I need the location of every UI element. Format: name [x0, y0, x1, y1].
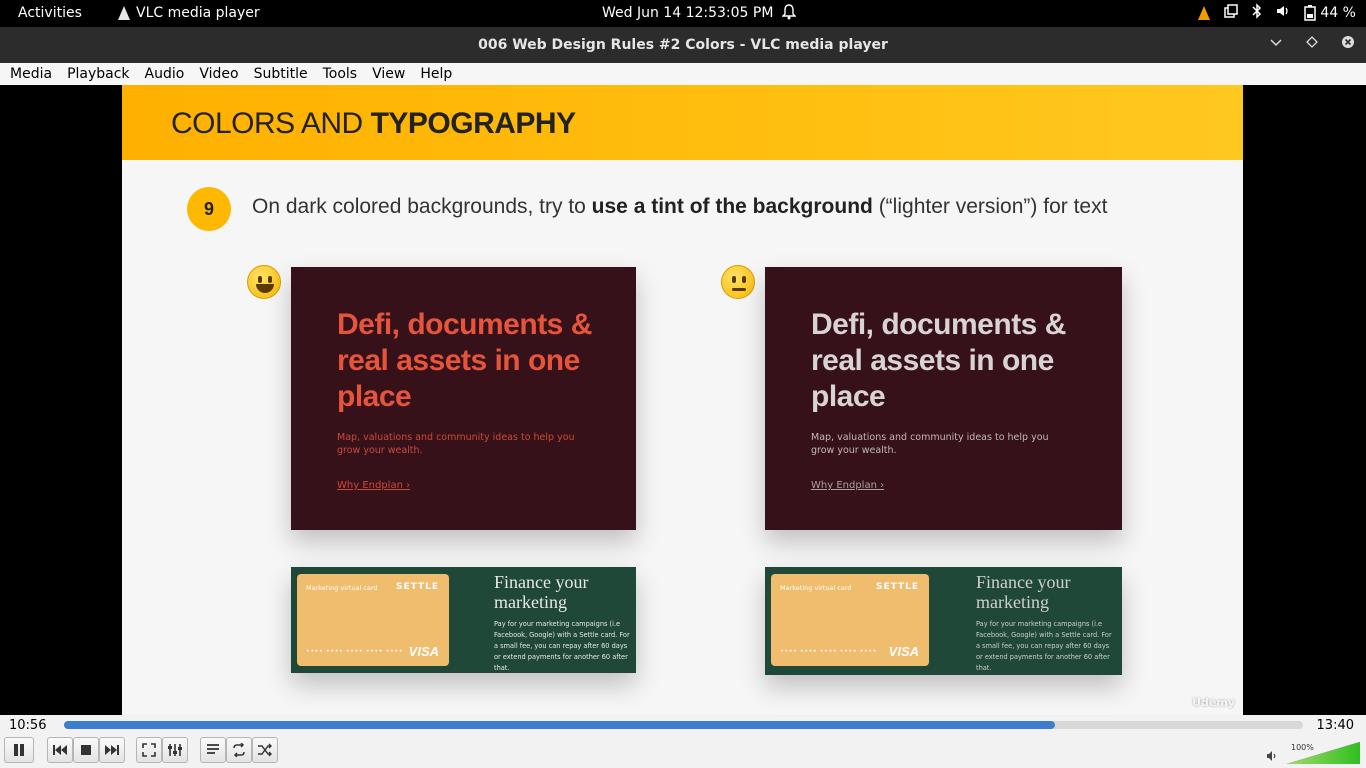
- total-time[interactable]: 13:40: [1317, 718, 1354, 733]
- bad-example-subtitle: Map, valuations and community ideas to h…: [811, 432, 1049, 456]
- activities-button[interactable]: Activities: [18, 5, 82, 21]
- menu-video[interactable]: Video: [194, 66, 243, 82]
- slide-title: COLORS AND TYPOGRAPHY: [171, 107, 576, 140]
- playlist-button[interactable]: [200, 737, 226, 763]
- pause-button[interactable]: [4, 737, 34, 763]
- finance-title: Finance your marketing: [976, 572, 1071, 612]
- finance-card-right: Marketing virtual card SETTLE •••• •••• …: [765, 567, 1122, 675]
- menu-media[interactable]: Media: [5, 66, 57, 82]
- app-menu-label: VLC media player: [136, 5, 260, 21]
- battery-icon: [1304, 5, 1317, 21]
- virtual-card: Marketing virtual card SETTLE •••• •••• …: [771, 574, 929, 666]
- fullscreen-button[interactable]: [136, 737, 162, 763]
- shuffle-button[interactable]: [252, 737, 278, 763]
- fullscreen-icon: [142, 743, 156, 757]
- finance-description: Pay for your marketing campaigns (i.e Fa…: [976, 620, 1112, 672]
- clock[interactable]: Wed Jun 14 12:53:05 PM: [602, 5, 773, 21]
- battery-indicator[interactable]: 44 %: [1304, 5, 1356, 21]
- smiling-emoji-icon: [247, 265, 281, 299]
- speaker-icon[interactable]: [1266, 750, 1278, 765]
- pause-icon: [14, 744, 24, 756]
- udemy-watermark: Udemy: [1192, 696, 1235, 709]
- minimize-icon[interactable]: [1266, 35, 1286, 55]
- bad-example-card: Defi, documents & real assets in one pla…: [765, 267, 1122, 530]
- notification-bell-icon[interactable]: [781, 4, 797, 24]
- playlist-icon: [207, 744, 219, 754]
- menu-bar: Media Playback Audio Video Subtitle Tool…: [0, 63, 1366, 85]
- close-icon[interactable]: [1338, 35, 1358, 55]
- previous-icon: [53, 745, 67, 755]
- finance-title: Finance your marketing: [494, 572, 589, 612]
- loop-button[interactable]: [226, 737, 252, 763]
- loop-icon: [233, 743, 245, 757]
- visa-logo: VISA: [888, 644, 919, 659]
- extended-settings-icon: [168, 744, 182, 756]
- system-top-bar: Activities VLC media player Wed Jun 14 1…: [0, 0, 1366, 27]
- player-controls: 10:56 13:40 100%: [0, 715, 1366, 768]
- volume-tray-icon[interactable]: [1276, 4, 1290, 22]
- rule-number-badge: 9: [187, 187, 231, 231]
- good-example-card: Defi, documents & real assets in one pla…: [291, 267, 636, 530]
- window-title-bar[interactable]: 006 Web Design Rules #2 Colors - VLC med…: [0, 27, 1366, 63]
- good-example-link: Why Endplan ›: [337, 480, 411, 491]
- stop-icon: [81, 745, 91, 755]
- window-title: 006 Web Design Rules #2 Colors - VLC med…: [478, 37, 888, 53]
- next-icon: [105, 745, 119, 755]
- stop-button[interactable]: [73, 737, 99, 763]
- menu-view[interactable]: View: [367, 66, 410, 82]
- good-example-subtitle: Map, valuations and community ideas to h…: [337, 432, 575, 456]
- bad-example-link: Why Endplan ›: [811, 480, 885, 491]
- shuffle-icon: [258, 743, 272, 757]
- vlc-tray-icon[interactable]: [1198, 6, 1211, 20]
- previous-button[interactable]: [47, 737, 73, 763]
- seek-bar-progress: [64, 721, 1056, 729]
- menu-help[interactable]: Help: [415, 66, 457, 82]
- menu-playback[interactable]: Playback: [62, 66, 134, 82]
- app-menu[interactable]: VLC media player: [118, 5, 260, 21]
- vlc-cone-icon: [118, 6, 130, 20]
- extended-settings-button[interactable]: [162, 737, 188, 763]
- video-frame-slide: COLORS AND TYPOGRAPHY 9 On dark colored …: [122, 85, 1243, 715]
- battery-percent: 44 %: [1320, 5, 1356, 21]
- maximize-icon[interactable]: [1302, 35, 1322, 55]
- volume-slider[interactable]: [1287, 742, 1360, 764]
- good-example-headline: Defi, documents & real assets in one pla…: [337, 308, 592, 413]
- rule-text: On dark colored backgrounds, try to use …: [252, 195, 1108, 218]
- window-switch-icon[interactable]: [1224, 4, 1239, 22]
- bluetooth-icon[interactable]: [1252, 3, 1262, 23]
- elapsed-time[interactable]: 10:56: [9, 718, 46, 733]
- neutral-emoji-icon: [721, 265, 755, 299]
- system-tray[interactable]: 44 %: [1198, 3, 1356, 23]
- visa-logo: VISA: [408, 644, 439, 659]
- menu-subtitle[interactable]: Subtitle: [249, 66, 313, 82]
- virtual-card: Marketing virtual card SETTLE •••• •••• …: [297, 574, 449, 666]
- menu-tools[interactable]: Tools: [318, 66, 363, 82]
- next-button[interactable]: [99, 737, 125, 763]
- bad-example-headline: Defi, documents & real assets in one pla…: [811, 308, 1066, 413]
- seek-bar[interactable]: [64, 721, 1303, 729]
- menu-audio[interactable]: Audio: [140, 66, 190, 82]
- video-area[interactable]: COLORS AND TYPOGRAPHY 9 On dark colored …: [0, 85, 1366, 715]
- slide-header: COLORS AND TYPOGRAPHY: [122, 85, 1243, 160]
- finance-card-left: Marketing virtual card SETTLE •••• •••• …: [291, 567, 636, 673]
- finance-description: Pay for your marketing campaigns (i.e Fa…: [494, 620, 630, 672]
